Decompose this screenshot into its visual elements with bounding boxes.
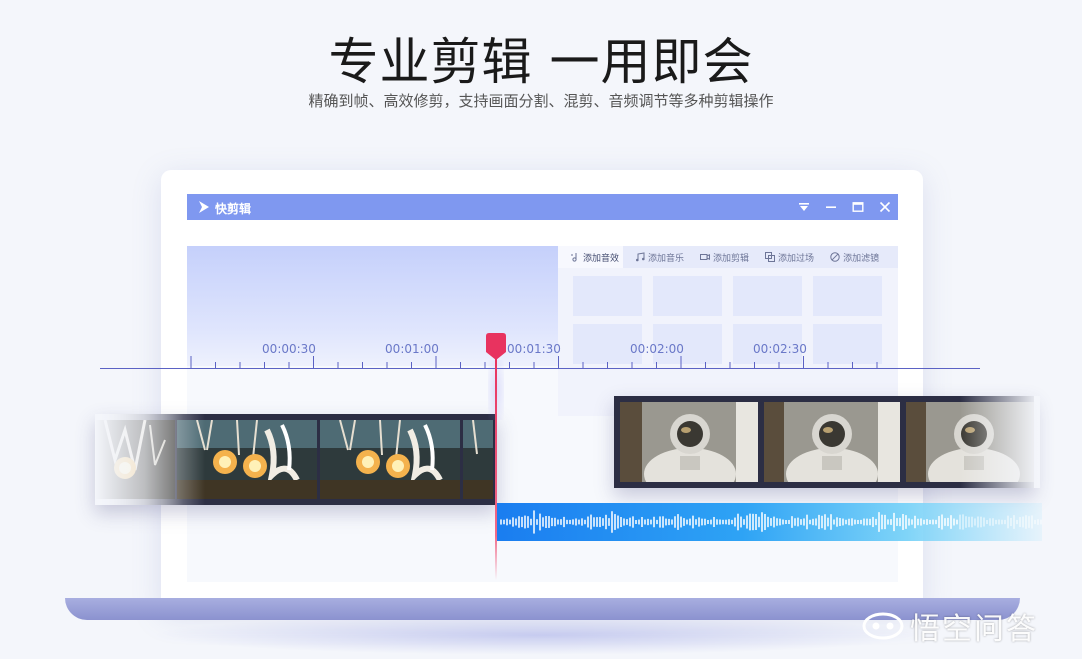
laptop-shadow xyxy=(150,615,930,655)
toolbar-strip xyxy=(187,220,898,246)
audio-waveform xyxy=(500,510,1042,534)
tick-label: 00:00:30 xyxy=(262,342,316,356)
clip-frame xyxy=(463,420,493,499)
clip-fade xyxy=(960,396,1040,488)
wukong-logo-icon xyxy=(862,612,904,640)
playhead-handle[interactable] xyxy=(485,333,507,361)
resource-tile[interactable] xyxy=(573,276,642,316)
dropdown-icon xyxy=(799,203,809,211)
tab-label: 添加音效 xyxy=(583,253,620,264)
sound-effect-icon xyxy=(571,253,577,262)
page-subtitle: 精确到帧、高效修剪，支持画面分割、混剪、音频调节等多种剪辑操作 xyxy=(308,92,774,110)
tick-label: 00:01:00 xyxy=(385,342,439,356)
minimize-icon xyxy=(826,206,836,208)
tab-label: 添加过场 xyxy=(778,253,815,264)
close-button[interactable] xyxy=(875,197,895,217)
close-icon xyxy=(879,201,891,213)
music-note-icon xyxy=(636,252,645,262)
resource-tile[interactable] xyxy=(733,276,802,316)
playhead-line xyxy=(495,358,497,580)
app-logo-icon xyxy=(199,201,209,213)
resource-tile[interactable] xyxy=(653,276,722,316)
tab-label: 添加滤镜 xyxy=(843,253,880,264)
tab-sound-effect[interactable]: 添加音效 xyxy=(558,246,624,268)
clip-fade xyxy=(95,414,205,505)
watermark-text: 悟空问答 xyxy=(910,612,1038,647)
tab-label: 添加音乐 xyxy=(648,253,685,264)
tab-clip[interactable]: 添加剪辑 xyxy=(688,246,753,268)
tick-label: 00:01:30 xyxy=(507,342,561,356)
tick-label: 00:02:00 xyxy=(630,342,684,356)
tab-label: 添加剪辑 xyxy=(713,253,750,264)
dropdown-button[interactable] xyxy=(794,197,814,217)
clip-frame xyxy=(320,420,460,499)
maximize-button[interactable] xyxy=(848,197,868,217)
resource-panel: 添加音效 添加音乐 添加剪辑 添加过场 添加滤镜 xyxy=(558,246,898,416)
filter-icon xyxy=(830,252,840,262)
tab-music[interactable]: 添加音乐 xyxy=(623,246,688,268)
clip-frame xyxy=(764,402,900,482)
tick-label: 00:02:30 xyxy=(753,342,807,356)
page-title: 专业剪辑 一用即会 xyxy=(328,33,754,91)
watermark: 悟空问答 xyxy=(862,604,1038,648)
resource-tabs: 添加音效 添加音乐 添加剪辑 添加过场 添加滤镜 xyxy=(558,246,898,268)
resource-tile[interactable] xyxy=(813,276,882,316)
maximize-icon xyxy=(852,202,864,212)
clip-frame xyxy=(620,402,758,482)
video-camera-icon xyxy=(700,254,711,260)
app-title: 快剪辑 xyxy=(215,202,252,216)
minimize-button[interactable] xyxy=(821,197,841,217)
title-bar[interactable]: 快剪辑 xyxy=(187,194,898,220)
tab-filter[interactable]: 添加滤镜 xyxy=(818,246,883,268)
audio-track[interactable] xyxy=(497,503,1042,541)
transition-icon xyxy=(765,252,776,262)
tab-transition[interactable]: 添加过场 xyxy=(753,246,818,268)
